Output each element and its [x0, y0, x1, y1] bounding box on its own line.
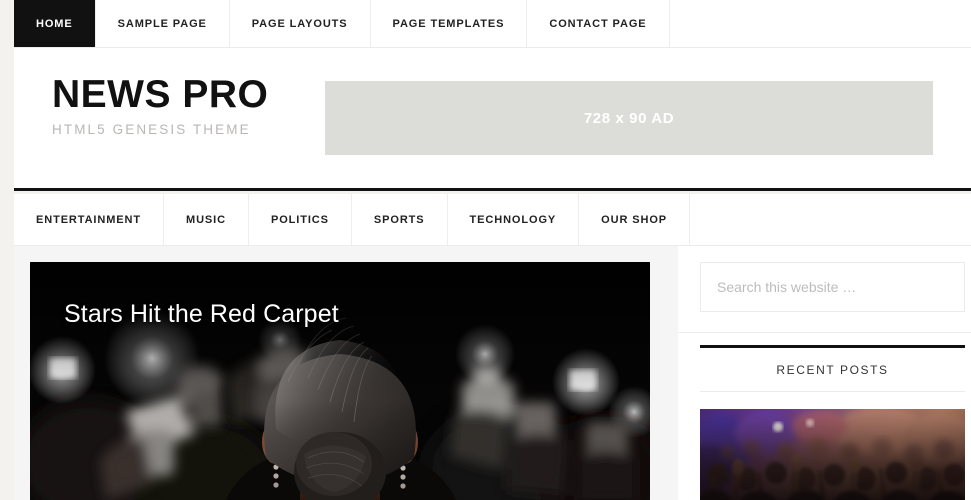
- recent-posts-widget: RECENT POSTS: [700, 345, 965, 500]
- subnav-item-label: TECHNOLOGY: [469, 213, 557, 226]
- subnav-item-label: SPORTS: [373, 213, 425, 226]
- sidebar-item-technology[interactable]: TECHNOLOGY: [448, 194, 580, 245]
- nav-item-page-templates[interactable]: PAGE TEMPLATES: [371, 0, 528, 47]
- site-header: NEWS PRO HTML5 GENESIS THEME 728 x 90 AD: [14, 48, 971, 191]
- nav-item-label: CONTACT PAGE: [549, 17, 647, 30]
- featured-post-image: [30, 262, 650, 500]
- subnav-item-label: ENTERTAINMENT: [36, 213, 141, 226]
- site-description: HTML5 GENESIS THEME: [52, 122, 251, 138]
- nav-item-page-layouts[interactable]: PAGE LAYOUTS: [230, 0, 371, 47]
- sidebar-item-sports[interactable]: SPORTS: [352, 194, 448, 245]
- nav-item-contact-page[interactable]: CONTACT PAGE: [527, 0, 670, 47]
- subnav-item-label: POLITICS: [270, 213, 329, 226]
- header-ad-label: 728 x 90 AD: [583, 109, 675, 127]
- sidebar-item-entertainment[interactable]: ENTERTAINMENT: [14, 194, 164, 245]
- subnav-item-label: OUR SHOP: [601, 213, 668, 226]
- primary-navigation: HOME SAMPLE PAGE PAGE LAYOUTS PAGE TEMPL…: [14, 0, 971, 48]
- recent-post-thumbnail[interactable]: [700, 409, 965, 500]
- subnav-empty-space: [690, 194, 971, 245]
- sidebar-item-politics[interactable]: POLITICS: [249, 194, 352, 245]
- nav-item-home[interactable]: HOME: [14, 0, 96, 47]
- featured-post-title: Stars Hit the Red Carpet: [64, 300, 339, 328]
- content-wrapper: Stars Hit the Red Carpet RECENT POSTS: [14, 246, 971, 500]
- header-ad-banner[interactable]: 728 x 90 AD: [325, 81, 933, 155]
- sidebar-item-music[interactable]: MUSIC: [164, 194, 249, 245]
- red-carpet-photo-illustration: [30, 262, 650, 500]
- concert-crowd-photo-illustration: [700, 409, 965, 500]
- nav-item-label: SAMPLE PAGE: [117, 17, 207, 30]
- sidebar-item-our-shop[interactable]: OUR SHOP: [579, 194, 691, 245]
- search-input[interactable]: [700, 262, 965, 312]
- secondary-navigation: ENTERTAINMENT MUSIC POLITICS SPORTS TECH…: [14, 194, 971, 246]
- title-area: NEWS PRO HTML5 GENESIS THEME: [52, 73, 268, 138]
- main-content-column: Stars Hit the Red Carpet: [14, 246, 664, 500]
- nav-item-label: HOME: [36, 17, 73, 30]
- primary-sidebar: RECENT POSTS: [678, 246, 971, 500]
- page-root: HOME SAMPLE PAGE PAGE LAYOUTS PAGE TEMPL…: [0, 0, 971, 500]
- recent-posts-title: RECENT POSTS: [700, 345, 965, 392]
- nav-item-sample-page[interactable]: SAMPLE PAGE: [96, 0, 230, 47]
- search-widget: [700, 262, 965, 312]
- nav-empty-space: [670, 0, 971, 47]
- nav-item-label: PAGE LAYOUTS: [251, 17, 348, 30]
- sidebar-divider: [678, 332, 971, 333]
- nav-item-label: PAGE TEMPLATES: [392, 17, 505, 30]
- featured-post[interactable]: Stars Hit the Red Carpet: [30, 262, 650, 500]
- site-title[interactable]: NEWS PRO: [52, 73, 268, 116]
- subnav-item-label: MUSIC: [186, 213, 226, 226]
